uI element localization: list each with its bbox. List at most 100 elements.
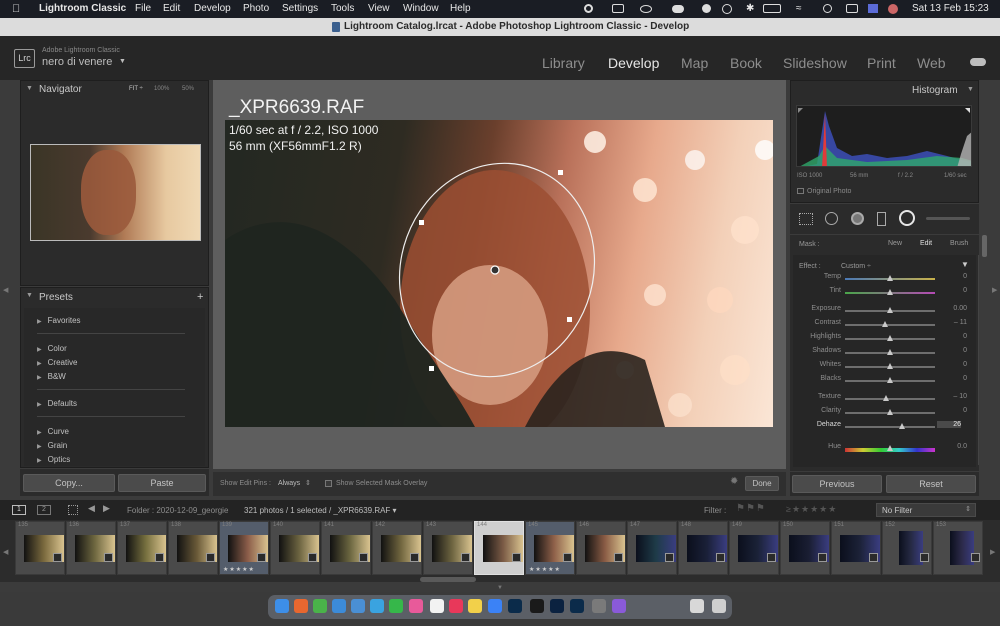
brush-tool-icon[interactable]	[926, 217, 970, 220]
slider-exposure[interactable]: Exposure 0.00	[793, 305, 973, 319]
clock[interactable]: Sat 13 Feb 15:23	[912, 3, 989, 14]
slider-hue[interactable]: Hue 0.0	[793, 443, 973, 457]
module-print[interactable]: Print	[867, 55, 896, 71]
slider-value[interactable]: – 11	[943, 319, 967, 326]
filmstrip-scroll-left-icon[interactable]: ◀	[3, 548, 8, 556]
slider-tint[interactable]: Tint 0	[793, 287, 973, 301]
mask-edit[interactable]: Edit	[920, 240, 932, 247]
module-web[interactable]: Web	[917, 55, 946, 71]
lightroom-classic-icon[interactable]	[570, 599, 584, 613]
slider-knob[interactable]	[882, 395, 889, 401]
preset-group-color[interactable]: ▶ Color	[37, 344, 67, 353]
navigator-preview[interactable]	[30, 144, 201, 241]
collapse-filmstrip-icon[interactable]: ▼	[497, 585, 503, 591]
slider-value[interactable]: 0	[943, 375, 967, 382]
record-icon[interactable]	[584, 4, 593, 13]
slider-track[interactable]	[845, 324, 935, 326]
filmstrip-thumbnail[interactable]: 145 ★★★★★	[525, 521, 575, 575]
mask-handle[interactable]	[429, 366, 434, 371]
photos-icon[interactable]	[409, 599, 423, 613]
reset-button[interactable]: Reset	[886, 475, 976, 493]
menu-photo[interactable]: Photo	[243, 3, 269, 14]
presets-header[interactable]: ▼ Presets +	[21, 288, 208, 306]
firefox-icon[interactable]	[294, 599, 308, 613]
apple-menu-icon[interactable]: 	[12, 3, 20, 15]
slider-highlights[interactable]: Highlights 0	[793, 333, 973, 347]
secondary-screen-button[interactable]: 2	[37, 505, 51, 515]
slider-value[interactable]: 0.00	[943, 305, 967, 312]
collapse-left-panel-icon[interactable]: ◀	[3, 286, 8, 294]
filmstrip-thumbnail[interactable]: 151	[831, 521, 881, 575]
slider-clarity[interactable]: Clarity 0	[793, 407, 973, 421]
slider-value[interactable]: 0	[943, 361, 967, 368]
forward-arrow-icon[interactable]: ▶	[103, 503, 110, 514]
flag-icon[interactable]	[868, 4, 878, 13]
slider-value[interactable]: 26	[937, 421, 961, 428]
bluetooth-icon[interactable]: ✱	[746, 3, 754, 14]
slider-knob[interactable]	[887, 275, 893, 281]
module-slideshow[interactable]: Slideshow	[783, 55, 847, 71]
slider-value[interactable]: – 10	[943, 393, 967, 400]
safari-icon[interactable]	[332, 599, 346, 613]
mask-handle[interactable]	[419, 220, 424, 225]
module-develop[interactable]: Develop	[608, 55, 659, 71]
whatsapp-icon[interactable]	[389, 599, 403, 613]
zoom-100[interactable]: 100%	[154, 86, 169, 92]
presets-collapse-icon[interactable]: ▼	[26, 292, 33, 299]
radial-mask-overlay[interactable]	[225, 120, 773, 427]
filmstrip-thumbnail[interactable]: 136	[66, 521, 116, 575]
finder-icon[interactable]	[275, 599, 289, 613]
slider-knob[interactable]	[887, 349, 893, 355]
spot-removal-icon[interactable]	[825, 212, 838, 225]
user-icon[interactable]	[888, 4, 898, 14]
highlight-clipping-icon[interactable]	[965, 108, 970, 113]
slider-value[interactable]: 0.0	[943, 443, 967, 450]
slider-knob[interactable]	[887, 409, 893, 415]
module-map[interactable]: Map	[681, 55, 708, 71]
graduated-filter-icon[interactable]	[877, 212, 886, 226]
notes-icon[interactable]	[468, 599, 482, 613]
filmstrip-thumbnail[interactable]: 140	[270, 521, 320, 575]
filmstrip-scrollbar[interactable]	[420, 577, 476, 582]
mask-overlay-checkbox[interactable]	[325, 480, 332, 487]
slider-blacks[interactable]: Blacks 0	[793, 375, 973, 389]
cloud-icon[interactable]	[672, 5, 684, 13]
identity-dropdown-icon[interactable]: ▼	[119, 58, 126, 65]
menu-window[interactable]: Window	[403, 3, 439, 14]
preset-group-bw[interactable]: ▶ B&W	[37, 372, 66, 381]
music-icon[interactable]	[449, 599, 463, 613]
histogram-graph[interactable]	[796, 105, 972, 167]
telegram-icon[interactable]	[370, 599, 384, 613]
app-store-icon[interactable]	[488, 599, 502, 613]
filmstrip-thumbnail[interactable]: 139 ★★★★★	[219, 521, 269, 575]
slider-knob[interactable]	[887, 445, 893, 451]
menu-settings[interactable]: Settings	[282, 3, 318, 14]
filmstrip-thumbnail[interactable]: 153	[933, 521, 983, 575]
preview-icon[interactable]	[690, 599, 704, 613]
right-panel-scrollbar[interactable]	[982, 235, 987, 257]
filmstrip-thumbnail[interactable]: 148	[678, 521, 728, 575]
menu-help[interactable]: Help	[450, 3, 471, 14]
filter-select[interactable]: No Filter ⇕	[876, 503, 976, 517]
filmstrip-scroll-right-icon[interactable]: ▶	[990, 548, 995, 556]
grid-view-icon[interactable]	[68, 505, 78, 515]
slider-value[interactable]: 0	[943, 273, 967, 280]
slider-track[interactable]	[845, 398, 935, 400]
slider-track[interactable]	[845, 426, 935, 428]
red-eye-icon[interactable]	[851, 212, 864, 225]
edit-pins-chevron-icon[interactable]: ⇕	[305, 479, 311, 487]
image-canvas[interactable]: _XPR6639.RAF 1/60 sec at f / 2.2, ISO 10…	[213, 80, 786, 469]
effect-preset-select[interactable]: Custom ÷	[841, 263, 871, 270]
filmstrip-thumbnail[interactable]: 149	[729, 521, 779, 575]
calendar-icon[interactable]	[430, 599, 444, 613]
slider-value[interactable]: 0	[943, 333, 967, 340]
sync-icon[interactable]	[722, 4, 732, 14]
mask-brush[interactable]: Brush	[950, 240, 968, 247]
copy-settings-button[interactable]: Copy...	[23, 474, 115, 492]
crop-tool-icon[interactable]	[799, 213, 813, 225]
primary-screen-button[interactable]: 1	[12, 505, 26, 515]
capture-icon[interactable]	[592, 599, 606, 613]
slider-knob[interactable]	[887, 307, 893, 313]
slider-value[interactable]: 0	[943, 347, 967, 354]
previous-button[interactable]: Previous	[792, 475, 882, 493]
